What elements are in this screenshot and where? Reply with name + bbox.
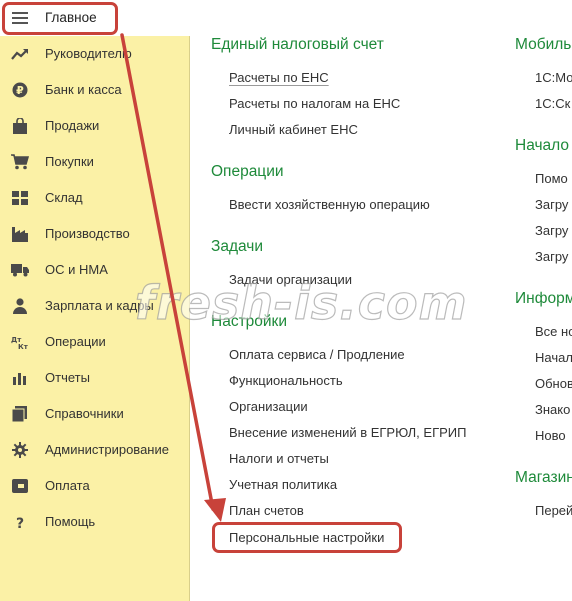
group-title-start: Начало (515, 137, 570, 154)
link-start-4[interactable]: Загру (535, 249, 568, 264)
content-column-right: Мобиль 1С:Мо 1С:Ск Начало Помо Загру Заг… (0, 0, 572, 601)
group-title-store: Магазин (515, 469, 572, 486)
link-store-1[interactable]: Перей (535, 503, 572, 518)
link-info-4[interactable]: Знако (535, 402, 570, 417)
link-mobile-1[interactable]: 1С:Мо (535, 70, 572, 85)
link-start-3[interactable]: Загру (535, 223, 568, 238)
link-info-1[interactable]: Все но (535, 324, 572, 339)
link-info-2[interactable]: Начал (535, 350, 572, 365)
link-start-2[interactable]: Загру (535, 197, 568, 212)
link-mobile-2[interactable]: 1С:Ск (535, 96, 570, 111)
link-start-1[interactable]: Помо (535, 171, 568, 186)
link-info-3[interactable]: Обнов (535, 376, 572, 391)
link-info-5[interactable]: Ново (535, 428, 566, 443)
group-title-info: Информ (515, 290, 572, 307)
group-title-mobile: Мобиль (515, 36, 572, 53)
